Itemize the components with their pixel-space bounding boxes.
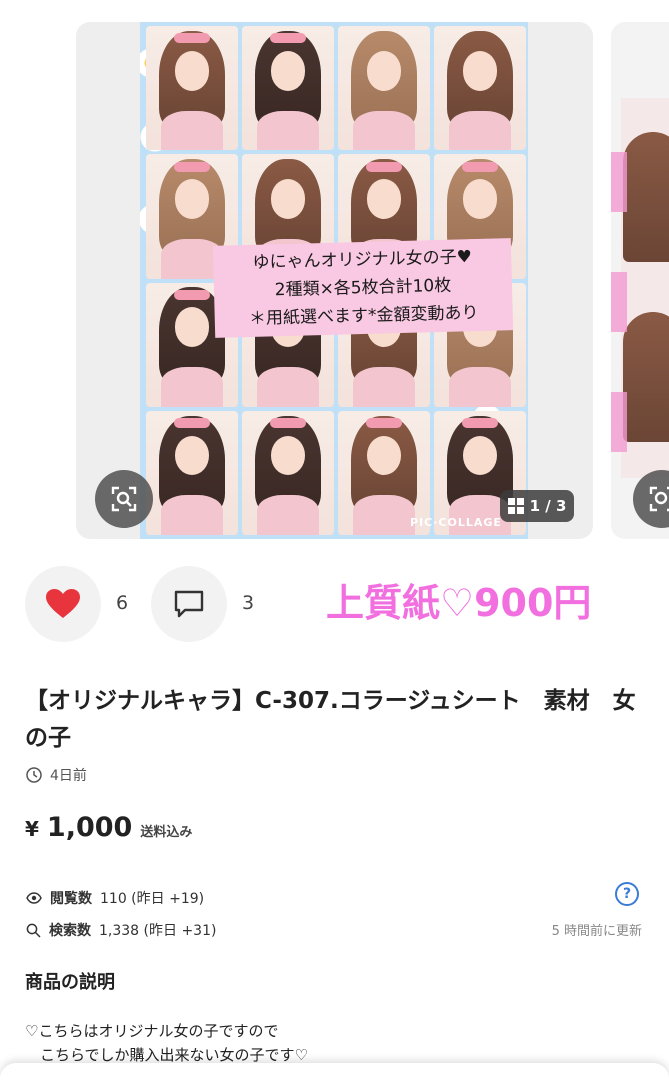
image-counter[interactable]: 1 / 3 (500, 490, 574, 522)
product-image-card[interactable]: ゆにゃんオリジナル女の子♥ 2種類×各5枚合計10枚 ＊用紙選べます*金額変動あ… (76, 22, 593, 539)
item-description: ♡こちらはオリジナル女の子ですので こちらでしか購入出来ない女の子です♡ (25, 1019, 308, 1067)
lens-search-icon (111, 486, 137, 512)
eye-icon (26, 892, 42, 904)
image-search-button[interactable] (95, 470, 153, 528)
search-count-value: 1,338 (昨日 +31) (99, 923, 217, 939)
heart-icon (46, 589, 80, 618)
promo-price-text: 上質紙♡900円 (326, 581, 592, 625)
views-value: 110 (昨日 +19) (100, 891, 205, 907)
posted-time-text: 4日前 (50, 768, 87, 784)
pic-collage-watermark: PIC·COLLAGE (410, 516, 502, 529)
shipping-included-label: 送料込み (140, 825, 193, 840)
like-count: 6 (116, 592, 129, 614)
comment-count: 3 (242, 592, 255, 614)
search-icon (26, 923, 41, 938)
search-stat: 検索数 1,338 (昨日 +31) (26, 920, 216, 940)
product-photo: ゆにゃんオリジナル女の子♥ 2種類×各5枚合計10枚 ＊用紙選べます*金額変動あ… (140, 22, 528, 539)
caption-line: ＊用紙選べます*金額変動あり (248, 302, 479, 329)
help-icon[interactable]: ? (615, 882, 639, 906)
clock-icon (26, 767, 42, 783)
stats-updated-time: 5 時間前に更新 (551, 924, 642, 939)
lens-search-icon (649, 486, 669, 512)
price-currency: ¥ (25, 817, 39, 841)
views-stat: 閲覧数 110 (昨日 +19) (26, 888, 204, 908)
bottom-sheet[interactable] (0, 1063, 669, 1080)
comment-icon (174, 590, 204, 618)
image-carousel[interactable]: ゆにゃんオリジナル女の子♥ 2種類×各5枚合計10枚 ＊用紙選べます*金額変動あ… (0, 0, 669, 545)
views-label: 閲覧数 (50, 891, 92, 907)
item-price: ¥ 1,000 送料込み (25, 812, 192, 843)
image-counter-text: 1 / 3 (529, 497, 567, 515)
item-title: 【オリジナルキャラ】C-307.コラージュシート 素材 女の子 (25, 688, 636, 751)
next-image-card[interactable] (611, 22, 669, 539)
posted-time: 4日前 (26, 765, 87, 785)
search-count-label: 検索数 (49, 923, 91, 939)
like-button[interactable] (25, 566, 101, 642)
description-line: ♡こちらはオリジナル女の子ですので (25, 1022, 279, 1040)
comment-button[interactable] (151, 566, 227, 642)
image-caption: ゆにゃんオリジナル女の子♥ 2種類×各5枚合計10枚 ＊用紙選べます*金額変動あ… (212, 238, 514, 338)
price-amount: 1,000 (46, 812, 133, 843)
grid-icon (507, 498, 524, 514)
description-heading: 商品の説明 (25, 972, 115, 993)
